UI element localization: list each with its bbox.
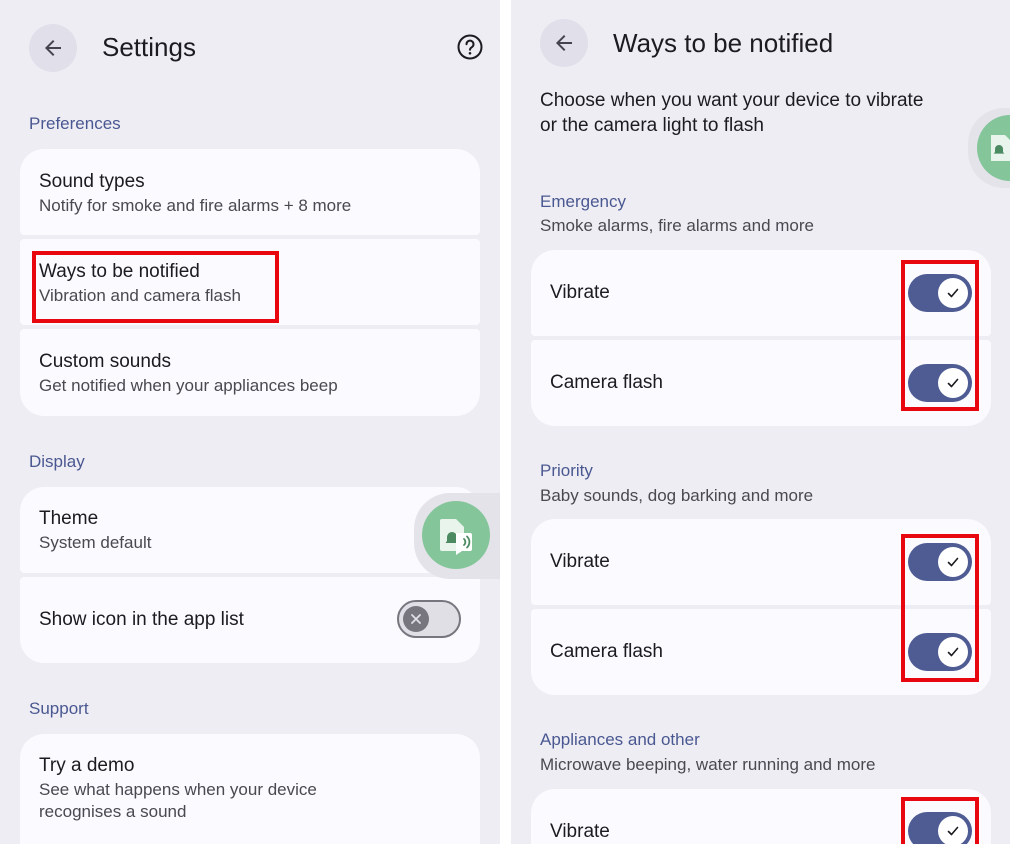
intro-text-line1: Choose when you want your device to vibr… [540, 90, 924, 111]
check-icon [947, 288, 959, 298]
floating-shortcut-button[interactable] [422, 501, 490, 569]
priority-flash-item[interactable]: Camera flash [531, 609, 991, 695]
check-icon [947, 826, 959, 836]
help-circle-icon [457, 34, 483, 60]
toggle-knob [938, 637, 968, 667]
emergency-flash-item[interactable]: Camera flash [531, 340, 991, 426]
theme-item[interactable]: Theme System default [20, 487, 480, 573]
group-sub-emergency: Smoke alarms, fire alarms and more [540, 216, 814, 235]
page-title: Ways to be notified [613, 28, 834, 58]
item-title: Theme [39, 508, 99, 529]
item-title: Sound types [39, 171, 145, 192]
section-header-support: Support [29, 699, 89, 718]
group-header-emergency: Emergency [540, 192, 626, 211]
page-title: Settings [102, 32, 196, 62]
item-subtitle: System default [39, 533, 152, 552]
close-icon [411, 614, 421, 624]
priority-vibrate-toggle[interactable] [908, 543, 972, 581]
back-button[interactable] [540, 19, 588, 67]
item-subtitle-line2: recognises a sound [39, 802, 187, 821]
item-title: Vibrate [550, 821, 610, 842]
sound-notification-icon [991, 135, 1010, 161]
section-header-display: Display [29, 452, 85, 471]
item-title: Try a demo [39, 755, 135, 776]
item-title: Show icon in the app list [39, 609, 244, 630]
arrow-back-icon [45, 40, 61, 56]
group-sub-appliances: Microwave beeping, water running and mor… [540, 755, 876, 774]
check-icon [947, 647, 959, 657]
help-button[interactable] [454, 31, 486, 63]
intro-text-line2: or the camera light to flash [540, 115, 764, 136]
toggle-knob [938, 368, 968, 398]
toggle-knob [403, 606, 429, 632]
item-title: Camera flash [550, 372, 663, 393]
group-header-appliances: Appliances and other [540, 730, 700, 749]
priority-vibrate-item[interactable]: Vibrate [531, 519, 991, 605]
check-icon [947, 557, 959, 567]
emergency-vibrate-toggle[interactable] [908, 274, 972, 312]
arrow-back-icon [556, 35, 572, 51]
sound-types-item[interactable]: Sound types Notify for smoke and fire al… [20, 149, 480, 235]
toggle-knob [938, 547, 968, 577]
item-title: Vibrate [550, 282, 610, 303]
group-sub-priority: Baby sounds, dog barking and more [540, 486, 814, 505]
ways-to-be-notified-screen: Ways to be notified Choose when you want… [511, 0, 1010, 844]
appliances-vibrate-toggle[interactable] [908, 812, 972, 844]
item-subtitle: Get notified when your appliances beep [39, 376, 338, 395]
appliances-vibrate-item[interactable]: Vibrate [531, 789, 991, 844]
priority-flash-toggle[interactable] [908, 633, 972, 671]
item-subtitle: Vibration and camera flash [39, 286, 241, 305]
item-title: Ways to be notified [39, 261, 200, 282]
item-subtitle: Notify for smoke and fire alarms + 8 mor… [39, 196, 352, 215]
toggle-knob [938, 278, 968, 308]
settings-screen: Settings Preferences Sound types Notify … [0, 0, 500, 844]
show-icon-toggle[interactable] [397, 600, 461, 638]
toggle-knob [938, 816, 968, 844]
show-icon-item[interactable]: Show icon in the app list [20, 577, 480, 663]
item-title: Custom sounds [39, 351, 172, 372]
emergency-vibrate-item[interactable]: Vibrate [531, 250, 991, 336]
try-demo-item[interactable]: Try a demo See what happens when your de… [20, 734, 480, 844]
group-header-priority: Priority [540, 461, 593, 480]
item-subtitle-line1: See what happens when your device [39, 780, 317, 799]
ways-to-be-notified-item[interactable]: Ways to be notified Vibration and camera… [20, 239, 480, 325]
back-button[interactable] [29, 24, 77, 72]
emergency-flash-toggle[interactable] [908, 364, 972, 402]
item-title: Vibrate [550, 551, 610, 572]
section-header-preferences: Preferences [29, 114, 121, 133]
item-title: Camera flash [550, 641, 663, 662]
sound-notification-icon [440, 519, 472, 555]
custom-sounds-item[interactable]: Custom sounds Get notified when your app… [20, 329, 480, 416]
check-icon [947, 378, 959, 388]
